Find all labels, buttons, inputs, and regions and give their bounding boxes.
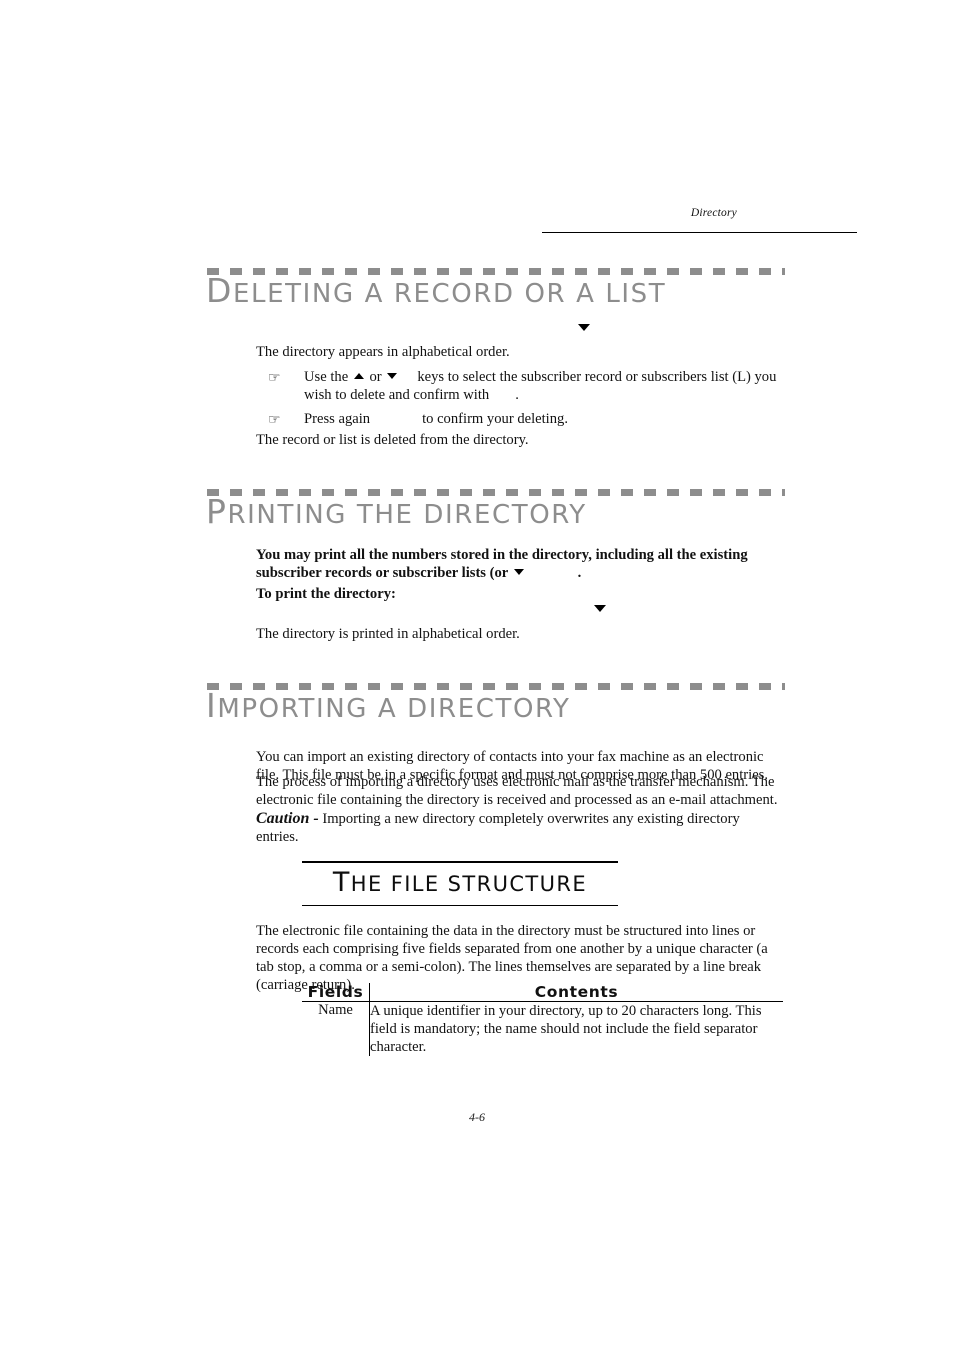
down-triangle-icon	[387, 373, 398, 379]
table-col-header-fields: Fields	[302, 983, 370, 1002]
subsection-rule-bottom	[302, 904, 618, 906]
table-col-header-contents: Contents	[369, 983, 783, 1002]
down-triangle-icon-printing-2	[594, 605, 606, 612]
section-title-cap-2: P	[206, 492, 228, 531]
deleting-outro-text: The record or list is deleted from the d…	[256, 432, 529, 448]
document-page: Directory DELETING A RECORD OR A LIST Th…	[0, 0, 954, 1351]
deleting-bullet-2: ☞ Press again to confirm your deleting.	[268, 410, 784, 428]
table-cell-field-name: Name	[318, 1002, 353, 1018]
subsection-file-structure: THE FILE STRUCTURE	[302, 861, 618, 906]
deleting-bullet-1-body: Use the or keys to select the subscriber…	[304, 368, 784, 404]
printing-outro-text: The directory is printed in alphabetical…	[256, 626, 520, 642]
section-title-rest-2: RINTING THE DIRECTORY	[227, 500, 587, 530]
down-triangle-icon-deleting	[578, 324, 590, 331]
bullet-2-text-a: Press again	[304, 411, 371, 427]
section-dashed-rule-2	[207, 489, 785, 496]
table-head: Fields Contents	[302, 983, 783, 1002]
section-title-printing: PRINTING THE DIRECTORY	[206, 495, 587, 530]
section-title-deleting: DELETING A RECORD OR A LIST	[206, 274, 667, 309]
section-title-importing: IMPORTING A DIRECTORY	[206, 689, 571, 724]
section-dashed-rule	[207, 268, 785, 275]
subsection-title: THE FILE STRUCTURE	[302, 863, 618, 905]
printing-lead-text: You may print all the numbers stored in …	[256, 546, 760, 582]
table-header-row: Fields Contents	[302, 983, 783, 1002]
pointing-hand-icon: ☞	[268, 370, 281, 386]
section-title-cap-3: I	[206, 686, 218, 725]
section-dashed-rule-3	[207, 683, 785, 690]
table-cell-contents-name: A unique identifier in your directory, u…	[369, 1001, 783, 1056]
header-rule	[542, 232, 857, 234]
running-header-label: Directory	[690, 207, 737, 219]
importing-paragraph-2: The process of importing a directory use…	[256, 774, 778, 808]
bullet-1-text-a: Use the	[304, 369, 349, 385]
bullet-1-text-d: .	[515, 387, 519, 403]
table-row: Name A unique identifier in your directo…	[302, 1001, 783, 1056]
section-title-cap: D	[206, 271, 234, 310]
down-triangle-icon-printing	[513, 569, 524, 575]
table-body: Name A unique identifier in your directo…	[302, 1001, 783, 1056]
subsection-title-rest: HE FILE STRUCTURE	[350, 871, 588, 896]
deleting-bullet-1: ☞ Use the or keys to select the subscrib…	[268, 368, 784, 404]
bullet-1-text-b: or	[369, 369, 382, 385]
page-number: 4-6	[469, 1110, 485, 1124]
subsection-title-cap: T	[332, 866, 351, 898]
printing-to-print-label: To print the directory:	[256, 586, 396, 602]
deleting-intro-text: The directory appears in alphabetical or…	[256, 344, 510, 360]
bullet-2-text-b: to confirm your deleting.	[422, 411, 568, 427]
running-header: Directory	[542, 203, 857, 221]
file-structure-table: Fields Contents Name A unique identifier…	[302, 983, 783, 1056]
caution-text: Importing a new directory completely ove…	[256, 811, 740, 845]
printing-lead-b: .	[577, 565, 582, 581]
section-title-rest-3: MPORTING A DIRECTORY	[217, 694, 571, 724]
deleting-bullet-2-body: Press again to confirm your deleting.	[304, 410, 784, 428]
printing-lead-a: You may print all the numbers stored in …	[256, 547, 748, 581]
importing-caution: Caution - Importing a new directory comp…	[256, 810, 784, 846]
section-title-rest: ELETING A RECORD OR A LIST	[233, 279, 667, 309]
up-triangle-icon	[353, 373, 364, 379]
pointing-hand-icon-2: ☞	[268, 412, 281, 428]
caution-label: Caution -	[256, 810, 319, 827]
